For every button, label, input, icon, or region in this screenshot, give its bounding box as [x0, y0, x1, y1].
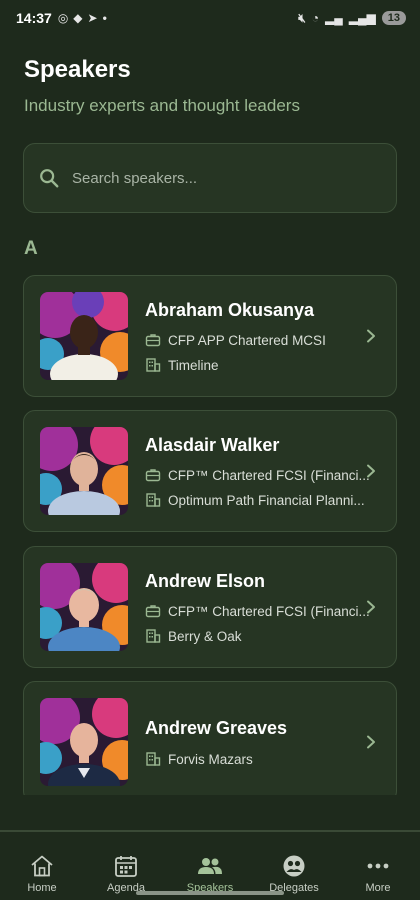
dot-icon: •: [102, 11, 107, 25]
teams-icon: ◆: [73, 11, 83, 25]
more-icon: [367, 863, 389, 869]
signal-icon-2: ▂▄▆: [348, 11, 376, 25]
speaker-name: Abraham Okusanya: [145, 300, 315, 320]
briefcase-icon: [145, 334, 161, 347]
speaker-company: Berry & Oak: [145, 628, 377, 644]
speaker-credentials: CFP™ Chartered FCSI (Financi...: [145, 467, 377, 483]
speaker-company: Optimum Path Financial Planni...: [145, 492, 377, 508]
avatar: [40, 427, 128, 515]
search-icon: [40, 169, 59, 188]
delegates-icon: [283, 855, 305, 877]
company-text: Forvis Mazars: [168, 751, 253, 767]
avatar-image: [40, 427, 128, 515]
page-title: Speakers: [24, 56, 131, 83]
building-icon: [146, 358, 161, 372]
speaker-credentials: CFP APP Chartered MCSI: [145, 332, 377, 348]
speaker-card[interactable]: Andrew Greaves Forvis Mazars: [23, 681, 397, 795]
nav-delegates[interactable]: Delegates: [252, 832, 336, 900]
home-icon: [31, 855, 53, 877]
speaker-list[interactable]: Abraham Okusanya CFP APP Chartered MCSI …: [23, 275, 397, 795]
speaker-card[interactable]: Alasdair Walker CFP™ Chartered FCSI (Fin…: [23, 410, 397, 532]
telegram-icon: ➤: [87, 11, 98, 25]
nav-home-label: Home: [27, 882, 57, 894]
search-box[interactable]: [23, 143, 397, 213]
chevron-right-icon: [367, 600, 375, 614]
company-text: Berry & Oak: [168, 628, 242, 644]
company-text: Timeline: [168, 357, 219, 373]
status-left: 14:37 ◎ ◆ ➤ •: [16, 10, 107, 26]
chevron-right-icon: [367, 735, 375, 749]
signal-icon: ▂▄: [325, 11, 343, 25]
nav-more-label: More: [365, 882, 391, 894]
nav-home[interactable]: Home: [0, 832, 84, 900]
credentials-text: CFP™ Chartered FCSI (Financi...: [168, 467, 370, 483]
bottom-nav: Home Agenda Speakers Delegates More: [0, 832, 420, 900]
speaker-card[interactable]: Andrew Elson CFP™ Chartered FCSI (Financ…: [23, 546, 397, 668]
home-indicator[interactable]: [136, 891, 284, 895]
nav-more[interactable]: More: [336, 832, 420, 900]
building-icon: [146, 629, 161, 643]
speaker-name: Alasdair Walker: [145, 435, 280, 455]
speaker-card[interactable]: Abraham Okusanya CFP APP Chartered MCSI …: [23, 275, 397, 397]
notification-icons: ◎ ◆ ➤ •: [58, 11, 107, 25]
avatar-image: [40, 563, 128, 651]
briefcase-icon: [145, 469, 161, 482]
status-bar: 14:37 ◎ ◆ ➤ • 🔇︎ ◔ ▂▄ ▂▄▆ 13: [0, 0, 420, 36]
building-icon: [146, 493, 161, 507]
chevron-right-icon: [367, 329, 375, 343]
avatar: [40, 563, 128, 651]
credentials-text: CFP APP Chartered MCSI: [168, 332, 326, 348]
section-letter: A: [24, 238, 38, 259]
status-time: 14:37: [16, 10, 52, 26]
building-icon: [146, 752, 161, 766]
credentials-text: CFP™ Chartered FCSI (Financi...: [168, 603, 370, 619]
speaker-company: Timeline: [145, 357, 377, 373]
speaker-credentials: CFP™ Chartered FCSI (Financi...: [145, 603, 377, 619]
avatar-image: [40, 292, 128, 380]
calendar-icon: [115, 856, 137, 877]
nav-speakers[interactable]: Speakers: [168, 832, 252, 900]
camera-icon: ◎: [57, 11, 69, 25]
search-input[interactable]: [72, 169, 372, 187]
wifi-icon: ◔: [311, 11, 320, 25]
mute-icon: 🔇︎: [298, 10, 306, 25]
speaker-name: Andrew Elson: [145, 571, 266, 591]
briefcase-icon: [145, 605, 161, 618]
speaker-name: Andrew Greaves: [145, 718, 288, 738]
avatar-image: [40, 698, 128, 786]
avatar: [40, 292, 128, 380]
company-text: Optimum Path Financial Planni...: [168, 492, 365, 508]
page-subtitle: Industry experts and thought leaders: [24, 96, 300, 115]
avatar: [40, 698, 128, 786]
speaker-company: Forvis Mazars: [145, 751, 377, 767]
chevron-right-icon: [367, 464, 375, 478]
status-right: 🔇︎ ◔ ▂▄ ▂▄▆ 13: [298, 11, 406, 26]
battery-indicator: 13: [381, 11, 406, 25]
people-icon: [198, 858, 222, 874]
nav-agenda[interactable]: Agenda: [84, 832, 168, 900]
